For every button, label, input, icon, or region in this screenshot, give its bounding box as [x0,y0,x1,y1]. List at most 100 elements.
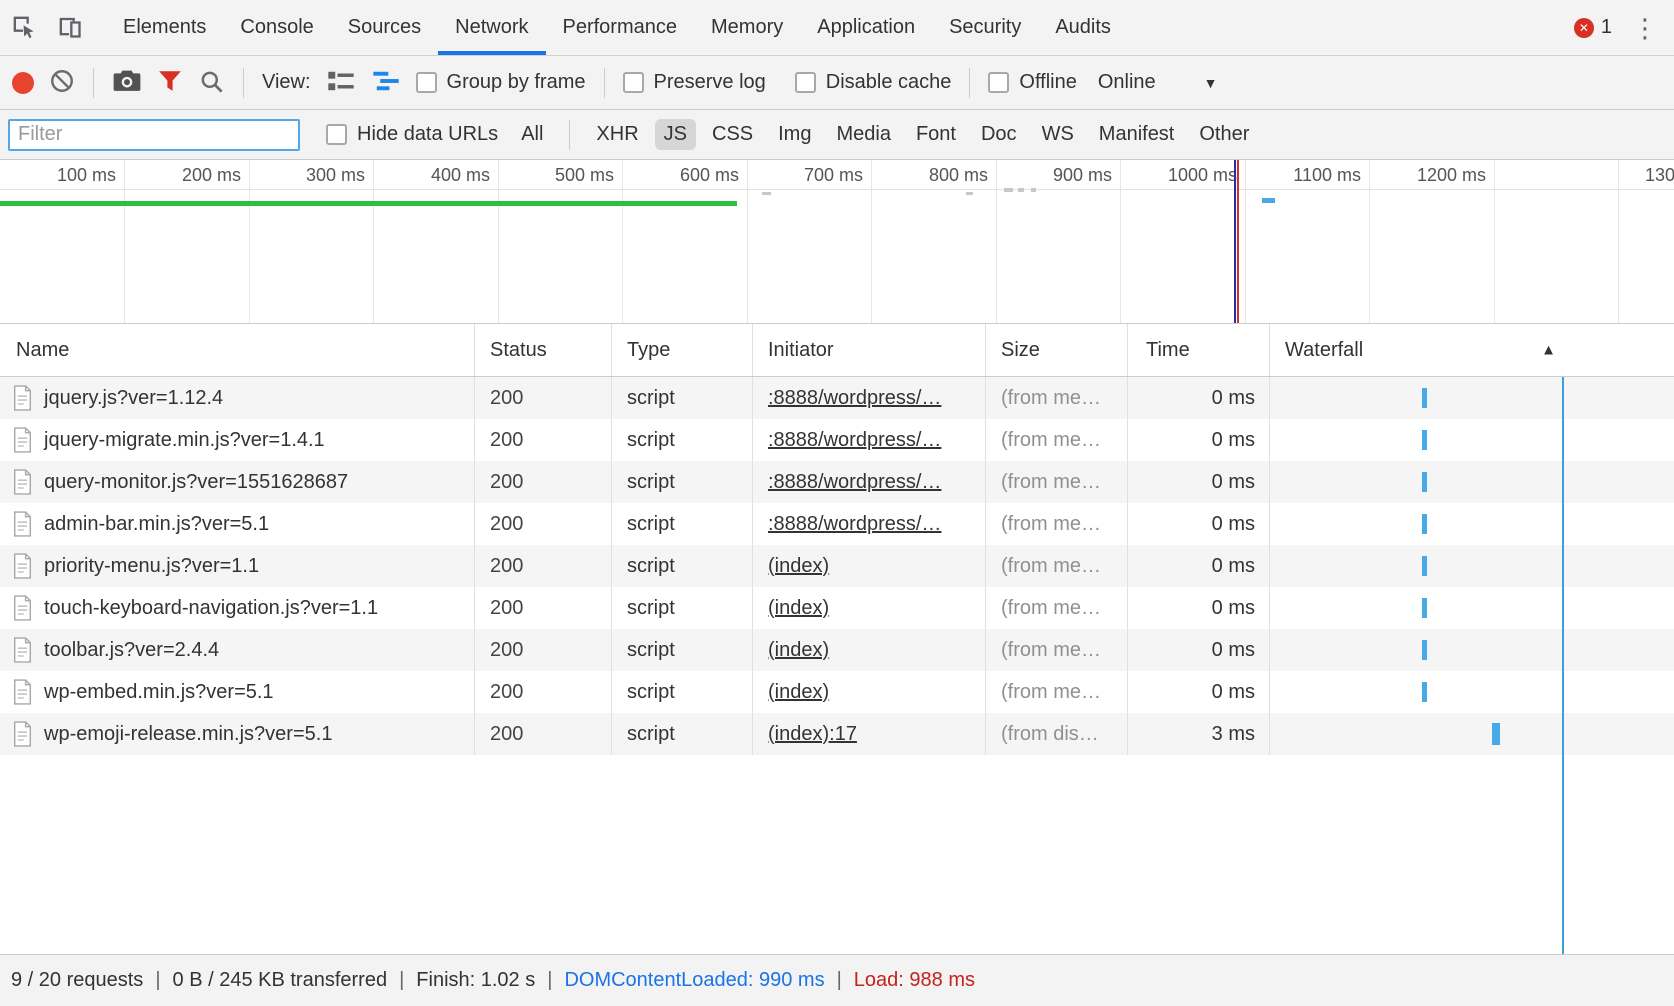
initiator-link[interactable]: :8888/wordpress/… [768,513,941,536]
timeline-gridline [1494,160,1495,323]
filter-input[interactable] [8,119,300,151]
tab-security[interactable]: Security [932,0,1038,55]
filter-type-css[interactable]: CSS [703,119,762,150]
request-name: jquery-migrate.min.js?ver=1.4.1 [44,429,325,452]
request-size: (from me… [986,503,1128,545]
tab-application[interactable]: Application [800,0,932,55]
tab-sources[interactable]: Sources [331,0,438,55]
tab-network[interactable]: Network [438,0,545,55]
device-toolbar-button[interactable] [46,0,92,55]
search-button[interactable] [198,68,225,98]
column-header-time[interactable]: Time [1128,324,1270,376]
capture-screenshots-button[interactable] [112,68,142,97]
hide-data-urls-checkbox[interactable]: Hide data URLs [326,123,498,146]
toolbar-separator [93,68,94,98]
timeline-activity-mark [1031,188,1036,192]
waterfall-cell [1270,461,1674,503]
initiator-link[interactable]: (index) [768,639,829,662]
filter-type-media[interactable]: Media [827,119,899,150]
column-header-waterfall[interactable]: Waterfall ▲ [1270,324,1674,376]
filter-type-ws[interactable]: WS [1033,119,1083,150]
preserve-log-checkbox[interactable]: Preserve log [623,71,766,94]
error-count: 1 [1601,16,1612,39]
toolbar-separator [969,68,970,98]
chevron-down-icon: ▼ [1204,75,1218,91]
request-type: script [612,671,753,713]
request-status: 200 [475,461,612,503]
table-row[interactable]: wp-embed.min.js?ver=5.1 200 script (inde… [0,671,1674,713]
column-header-size[interactable]: Size [986,324,1128,376]
table-row[interactable]: admin-bar.min.js?ver=5.1 200 script :888… [0,503,1674,545]
script-file-icon [12,637,33,663]
initiator-link[interactable]: :8888/wordpress/… [768,429,941,452]
record-button[interactable] [12,72,34,94]
filter-toggle-button[interactable] [157,69,183,96]
timeline-gridline [1369,160,1370,323]
filter-type-doc[interactable]: Doc [972,119,1026,150]
table-row[interactable]: jquery.js?ver=1.12.4 200 script :8888/wo… [0,377,1674,419]
initiator-link[interactable]: (index):17 [768,723,857,746]
filter-type-xhr[interactable]: XHR [587,119,647,150]
offline-label: Offline [1019,71,1076,94]
tab-console[interactable]: Console [223,0,330,55]
tab-bar-right: ✕ 1 ⋮ [1574,0,1674,55]
initiator-link[interactable]: (index) [768,681,829,704]
filter-type-img[interactable]: Img [769,119,820,150]
waterfall-bar [1422,514,1427,534]
throttling-select[interactable]: Online ▼ [1098,71,1218,94]
table-row[interactable]: toolbar.js?ver=2.4.4 200 script (index) … [0,629,1674,671]
timeline-tick-label: 1300 ms [1645,165,1674,186]
filter-type-other[interactable]: Other [1190,119,1258,150]
kebab-menu-icon[interactable]: ⋮ [1632,15,1658,41]
request-type: script [612,629,753,671]
initiator-link[interactable]: :8888/wordpress/… [768,471,941,494]
network-filter-bar: Hide data URLs All XHR JS CSS Img Media … [0,110,1674,160]
request-type: script [612,419,753,461]
transferred-summary: 0 B / 245 KB transferred [173,969,388,992]
filter-type-js[interactable]: JS [655,119,696,150]
timeline-tick-label: 1100 ms [1293,165,1361,186]
table-row[interactable]: query-monitor.js?ver=1551628687 200 scri… [0,461,1674,503]
timeline-activity-mark [1018,188,1024,192]
disable-cache-checkbox[interactable]: Disable cache [795,71,952,94]
timeline-overview[interactable]: 100 ms 200 ms 300 ms 400 ms 500 ms 600 m… [0,160,1674,324]
error-count-badge[interactable]: ✕ 1 [1574,16,1612,39]
filter-type-all[interactable]: All [512,119,552,150]
tab-memory[interactable]: Memory [694,0,800,55]
request-size: (from me… [986,377,1128,419]
preserve-log-label: Preserve log [654,71,766,94]
column-header-type[interactable]: Type [612,324,753,376]
request-time: 0 ms [1128,503,1270,545]
filter-type-manifest[interactable]: Manifest [1090,119,1184,150]
request-status: 200 [475,503,612,545]
table-row[interactable]: wp-emoji-release.min.js?ver=5.1 200 scri… [0,713,1674,755]
dom-content-loaded-time: DOMContentLoaded: 990 ms [564,969,824,992]
clear-button[interactable] [49,68,75,97]
tab-performance[interactable]: Performance [546,0,695,55]
timeline-tick-label: 1000 ms [1168,165,1237,186]
filter-type-font[interactable]: Font [907,119,965,150]
initiator-link[interactable]: (index) [768,555,829,578]
show-overview-button[interactable] [371,68,401,97]
checkbox-box [795,72,816,93]
table-row[interactable]: jquery-migrate.min.js?ver=1.4.1 200 scri… [0,419,1674,461]
device-toolbar-icon [55,12,83,43]
initiator-link[interactable]: (index) [768,597,829,620]
group-by-frame-checkbox[interactable]: Group by frame [416,71,586,94]
request-name: wp-emoji-release.min.js?ver=5.1 [44,723,332,746]
large-request-rows-button[interactable] [326,68,356,97]
column-header-initiator[interactable]: Initiator [753,324,986,376]
view-label: View: [262,71,311,94]
inspect-element-button[interactable] [0,0,46,55]
table-row[interactable]: touch-keyboard-navigation.js?ver=1.1 200… [0,587,1674,629]
request-type: script [612,545,753,587]
tab-audits[interactable]: Audits [1038,0,1128,55]
offline-checkbox[interactable]: Offline [988,71,1076,94]
table-row[interactable]: priority-menu.js?ver=1.1 200 script (ind… [0,545,1674,587]
waterfall-bar [1492,723,1500,745]
column-header-name[interactable]: Name [0,324,475,376]
tab-elements[interactable]: Elements [106,0,223,55]
timeline-gridline [871,160,872,323]
initiator-link[interactable]: :8888/wordpress/… [768,387,941,410]
column-header-status[interactable]: Status [475,324,612,376]
